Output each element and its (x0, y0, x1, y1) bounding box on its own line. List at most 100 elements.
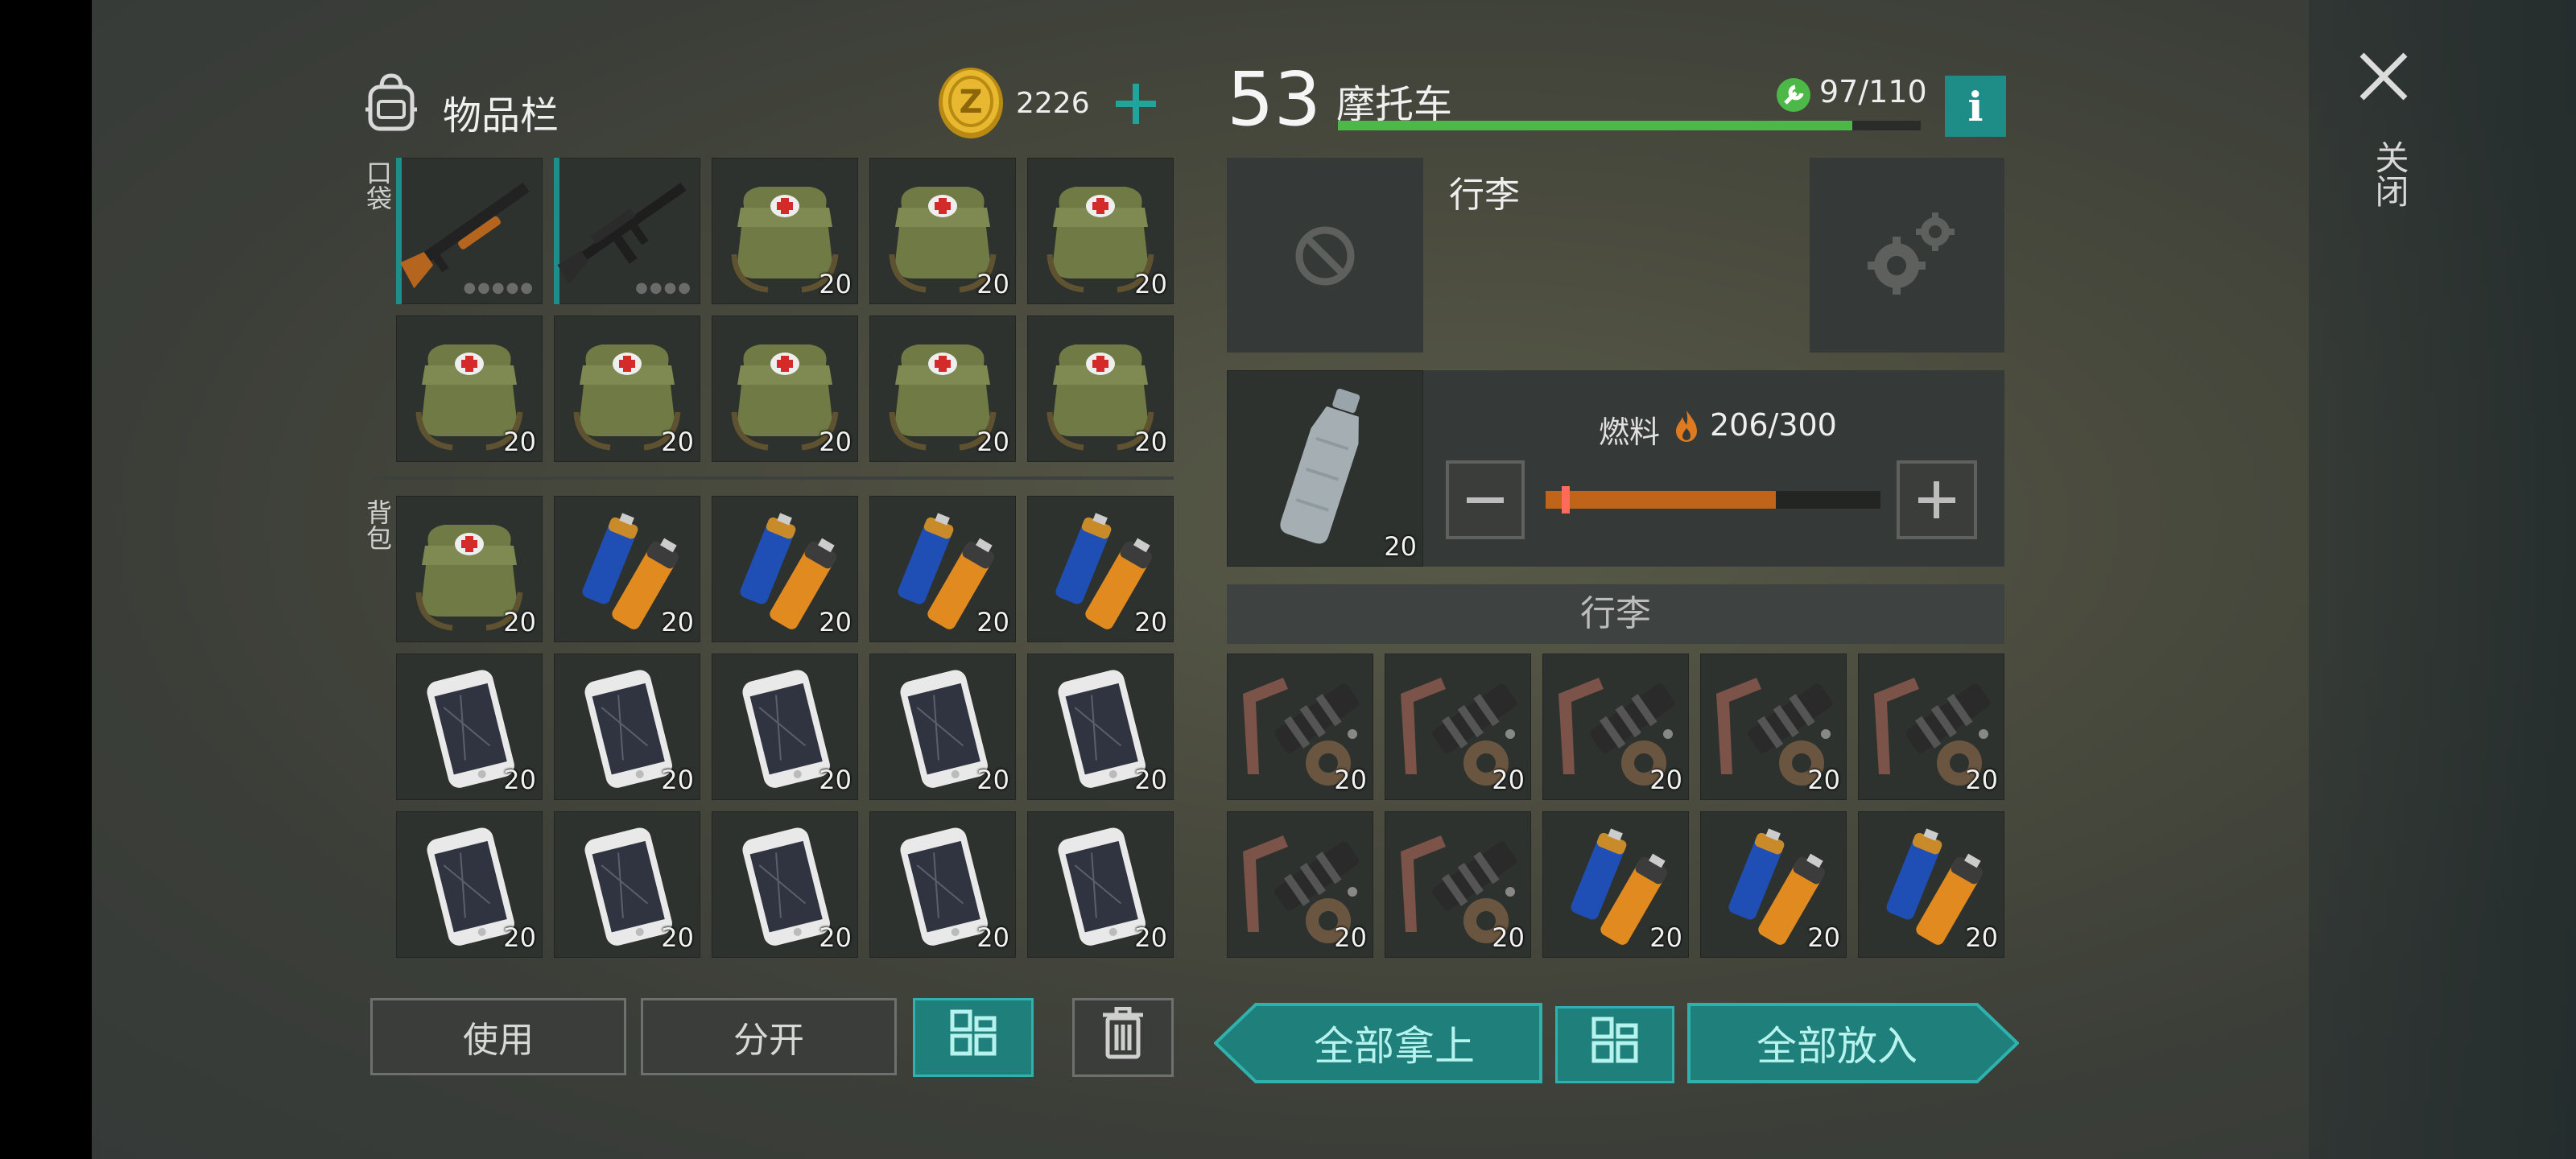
item-quantity: 20 (976, 922, 1009, 953)
item-slot[interactable]: 20 (554, 316, 700, 462)
fuel-increase-button[interactable] (1897, 460, 1977, 539)
svg-text:Z: Z (959, 84, 982, 121)
item-slot[interactable]: 20 (1227, 811, 1373, 958)
item-quantity: 20 (661, 427, 694, 457)
item-slot[interactable]: 20 (869, 811, 1016, 958)
use-button[interactable]: 使用 (370, 998, 626, 1075)
item-quantity: 20 (1965, 765, 1998, 795)
info-button[interactable]: i (1945, 76, 2006, 137)
split-button[interactable]: 分开 (641, 998, 897, 1075)
sort-inventory-button[interactable] (913, 998, 1034, 1077)
coin-icon: Z (937, 66, 1005, 140)
close-icon (2354, 52, 2413, 109)
item-quantity: 20 (976, 607, 1009, 637)
item-slot[interactable]: 20 (1027, 496, 1174, 642)
item-quantity: 20 (661, 607, 694, 637)
item-quantity: 20 (1334, 922, 1367, 953)
item-quantity: 20 (819, 765, 852, 795)
item-slot[interactable]: 20 (554, 654, 700, 800)
flame-icon (1674, 409, 1699, 444)
side-fade (2309, 0, 2576, 1159)
item-quantity: 20 (1134, 765, 1167, 795)
item-slot[interactable]: 20 (554, 811, 700, 958)
item-quantity: 20 (661, 922, 694, 953)
pockets-label: 口袋 (362, 159, 393, 211)
item-slot[interactable]: 20 (396, 496, 543, 642)
luggage-header: 行李 (1227, 584, 2004, 644)
trash-button[interactable] (1072, 998, 1174, 1077)
item-slot[interactable]: 20 (869, 158, 1016, 304)
item-slot[interactable]: 20 (869, 496, 1016, 642)
item-slot[interactable]: ●●●● (554, 158, 700, 304)
item-slot[interactable]: 20 (1858, 654, 2004, 800)
item-slot[interactable]: 20 (712, 496, 858, 642)
item-slot[interactable]: 20 (869, 654, 1016, 800)
item-slot[interactable]: 20 (869, 316, 1016, 462)
item-slot[interactable]: 20 (1027, 316, 1174, 462)
item-slot[interactable]: 20 (712, 811, 858, 958)
item-quantity: 20 (819, 427, 852, 457)
put-all-label: 全部放入 (1757, 1023, 1918, 1070)
take-all-button[interactable]: 全部拿上 (1214, 1003, 1542, 1083)
item-slot[interactable]: 20 (712, 654, 858, 800)
item-quantity: 20 (1492, 765, 1525, 795)
fuel-slider-handle[interactable] (1562, 486, 1570, 514)
take-all-label: 全部拿上 (1314, 1023, 1475, 1070)
grid-sort-icon (1591, 1016, 1639, 1074)
empty-slot[interactable] (1227, 158, 1423, 353)
item-quantity: 20 (976, 427, 1009, 457)
item-slot[interactable]: 20 (712, 316, 858, 462)
item-quantity: 20 (1965, 922, 1998, 953)
item-slot[interactable]: 20 (1227, 654, 1373, 800)
item-slot[interactable]: 20 (1542, 811, 1689, 958)
item-quantity: 20 (1807, 922, 1840, 953)
item-quantity: 20 (976, 269, 1009, 299)
fuel-item-quantity: 20 (1384, 531, 1417, 562)
item-slot[interactable]: 20 (712, 158, 858, 304)
item-quantity: 20 (1134, 269, 1167, 299)
fuel-slider[interactable] (1546, 486, 1880, 514)
item-quantity: 20 (1334, 765, 1367, 795)
item-quantity: 20 (976, 765, 1009, 795)
close-button[interactable] (2354, 47, 2413, 106)
item-slot[interactable]: 20 (396, 811, 543, 958)
backpack-label: 背包 (362, 499, 393, 551)
ammo-indicator: ●●●●● (463, 279, 535, 296)
item-quantity: 20 (1134, 427, 1167, 457)
backpack-icon (359, 69, 423, 134)
put-all-button[interactable]: 全部放入 (1687, 1003, 2019, 1083)
fuel-value: 206/300 (1710, 407, 1837, 443)
item-slot[interactable]: 20 (396, 316, 543, 462)
item-quantity: 20 (1807, 765, 1840, 795)
item-quantity: 20 (503, 922, 536, 953)
item-slot[interactable]: 20 (1027, 811, 1174, 958)
item-slot[interactable]: 20 (1027, 158, 1174, 304)
add-currency-button[interactable] (1111, 79, 1161, 129)
sort-luggage-button[interactable] (1555, 1006, 1674, 1083)
durability-bar (1338, 121, 1921, 130)
vehicle-level: 53 (1227, 56, 1322, 142)
blocked-icon (1293, 224, 1357, 291)
item-slot[interactable]: 20 (396, 654, 543, 800)
gears-icon (1866, 208, 1963, 307)
item-quantity: 20 (503, 427, 536, 457)
item-quantity: 20 (1134, 607, 1167, 637)
fuel-decrease-button[interactable] (1446, 460, 1525, 539)
trash-icon (1103, 1006, 1143, 1069)
settings-slot[interactable] (1810, 158, 2004, 353)
item-quantity: 20 (1649, 922, 1682, 953)
ammo-indicator: ●●●● (635, 279, 692, 296)
item-slot[interactable]: 20 (1700, 654, 1847, 800)
item-slot[interactable]: ●●●●● (396, 158, 543, 304)
item-slot[interactable]: 20 (1027, 654, 1174, 800)
item-slot[interactable]: 20 (554, 496, 700, 642)
item-slot[interactable]: 20 (1858, 811, 2004, 958)
item-slot[interactable]: 20 (1385, 811, 1531, 958)
item-quantity: 20 (661, 765, 694, 795)
item-slot[interactable]: 20 (1385, 654, 1531, 800)
item-slot[interactable]: 20 (1542, 654, 1689, 800)
durability-value: 97/110 (1819, 74, 1927, 109)
fuel-item-slot[interactable]: 20 (1227, 370, 1423, 567)
item-quantity: 20 (503, 765, 536, 795)
item-slot[interactable]: 20 (1700, 811, 1847, 958)
